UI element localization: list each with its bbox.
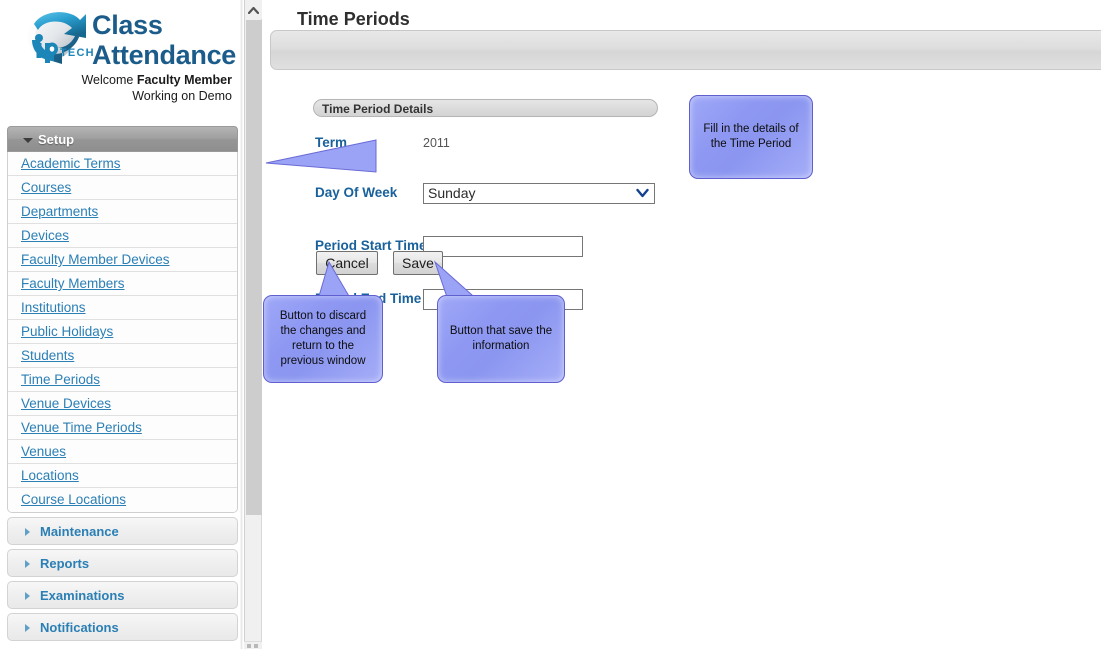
sidebar-accordion: Setup Academic Terms Courses Departments De… — [7, 126, 238, 641]
sidebar-section-setup-label: Setup — [38, 132, 75, 147]
welcome-message: Welcome Faculty Member Working on Demo — [2, 72, 232, 104]
horizontal-scrollbar[interactable] — [244, 641, 262, 649]
scroll-grip — [254, 644, 258, 648]
callout-fill-details: Fill in the details of the Time Period — [689, 95, 813, 179]
sidebar-panel: TECH Class Attendance Welcome Faculty Me… — [0, 0, 240, 649]
sidebar-section-maintenance[interactable]: Maintenance — [7, 517, 238, 545]
sidebar-section-label: Examinations — [40, 588, 125, 603]
sidebar-section-label: Reports — [40, 556, 90, 571]
callout-text: Button to discard the changes and return… — [279, 310, 367, 367]
sidebar-section-label: Notifications — [40, 620, 119, 635]
sidebar-item-label: Institutions — [21, 300, 86, 315]
sidebar-item-time-periods[interactable]: Time Periods — [8, 368, 237, 392]
sidebar-item-public-holidays[interactable]: Public Holidays — [8, 320, 237, 344]
application-window: TECH Class Attendance Welcome Faculty Me… — [0, 0, 1101, 649]
sidebar-item-venue-devices[interactable]: Venue Devices — [8, 392, 237, 416]
callout-text: Button that save the information — [449, 325, 553, 352]
sidebar-item-venues[interactable]: Venues — [8, 440, 237, 464]
sidebar-item-locations[interactable]: Locations — [8, 464, 237, 488]
welcome-line: Welcome Faculty Member — [2, 72, 232, 88]
section-bar: Time Period Details — [313, 99, 658, 117]
chevron-up-icon — [248, 7, 259, 14]
sidebar-item-devices[interactable]: Devices — [8, 224, 237, 248]
callout-fill-cancel: Button to discard the changes and return… — [263, 295, 383, 383]
chevron-down-icon — [23, 138, 33, 143]
period-start-time-field[interactable] — [423, 236, 583, 257]
sidebar-item-label: Faculty Members — [21, 276, 125, 291]
brand-header: TECH Class Attendance Welcome Faculty Me… — [0, 0, 240, 110]
sidebar-item-label: Faculty Member Devices — [21, 252, 170, 267]
page-header-bar — [270, 30, 1101, 70]
welcome-user-name: Faculty Member — [136, 73, 232, 87]
sidebar-item-label: Devices — [21, 228, 70, 243]
chevron-down-icon — [636, 188, 649, 198]
sidebar-item-label: Departments — [21, 204, 99, 219]
scroll-up-button[interactable] — [245, 0, 262, 19]
sidebar-item-label: Locations — [21, 468, 79, 483]
sidebar-item-label: Students — [21, 348, 75, 363]
brand-title: Class Attendance — [92, 10, 236, 70]
scrollbar-thumb[interactable] — [246, 20, 262, 515]
sidebar-item-label: Courses — [21, 180, 72, 195]
sidebar-section-label: Maintenance — [40, 524, 119, 539]
svg-text:TECH: TECH — [60, 47, 95, 59]
welcome-prefix: Welcome — [81, 73, 137, 87]
sidebar-item-faculty-member-devices[interactable]: Faculty Member Devices — [8, 248, 237, 272]
sidebar-item-course-locations[interactable]: Course Locations — [8, 488, 237, 512]
sidebar-section-setup[interactable]: Setup — [7, 126, 238, 152]
sidebar-item-label: Venues — [21, 444, 67, 459]
sidebar-section-reports[interactable]: Reports — [7, 549, 238, 577]
sidebar-section-notifications[interactable]: Notifications — [7, 613, 238, 641]
sidebar-item-label: Time Periods — [21, 372, 101, 387]
callout-text: Fill in the details of the Time Period — [703, 123, 799, 150]
sidebar-item-departments[interactable]: Departments — [8, 200, 237, 224]
value-term: 2011 — [423, 136, 450, 150]
chevron-right-icon — [25, 560, 30, 568]
chevron-right-icon — [25, 624, 30, 632]
working-on-line: Working on Demo — [132, 89, 232, 103]
sidebar-item-faculty-members[interactable]: Faculty Members — [8, 272, 237, 296]
section-title: Time Period Details — [322, 102, 434, 116]
day-of-week-select[interactable]: Sunday — [423, 183, 655, 204]
callout-fill-save: Button that save the information — [437, 295, 565, 383]
chevron-right-icon — [25, 528, 30, 536]
sidebar-item-label: Course Locations — [21, 492, 127, 507]
sidebar-collapsed-sections: Maintenance Reports Examinations Notificati… — [7, 517, 238, 641]
page-title: Time Periods — [297, 9, 410, 29]
sidebar-item-venue-time-periods[interactable]: Venue Time Periods — [8, 416, 237, 440]
period-start-time-input[interactable] — [424, 237, 582, 256]
sidebar-item-label: Venue Devices — [21, 396, 112, 411]
sidebar-setup-items: Academic Terms Courses Departments Devices F… — [7, 152, 238, 513]
sidebar-item-label: Venue Time Periods — [21, 420, 142, 435]
chevron-right-icon — [25, 592, 30, 600]
sidebar-item-courses[interactable]: Courses — [8, 176, 237, 200]
brand-title-line1: Class — [92, 10, 163, 40]
sidebar-item-academic-terms[interactable]: Academic Terms — [8, 152, 237, 176]
panel-divider — [240, 0, 243, 649]
sidebar-item-students[interactable]: Students — [8, 344, 237, 368]
vertical-scrollbar[interactable] — [244, 0, 262, 649]
sidebar-item-institutions[interactable]: Institutions — [8, 296, 237, 320]
scroll-grip — [247, 644, 251, 648]
callout-tail-details — [265, 139, 377, 173]
sidebar-item-label: Public Holidays — [21, 324, 114, 339]
sidebar-section-examinations[interactable]: Examinations — [7, 581, 238, 609]
brand-title-line2: Attendance — [92, 40, 237, 70]
day-of-week-selected-value: Sunday — [428, 185, 476, 201]
main-content: Time Periods Time Period Details Term 20… — [263, 0, 1101, 649]
sidebar-item-label: Academic Terms — [21, 156, 121, 171]
